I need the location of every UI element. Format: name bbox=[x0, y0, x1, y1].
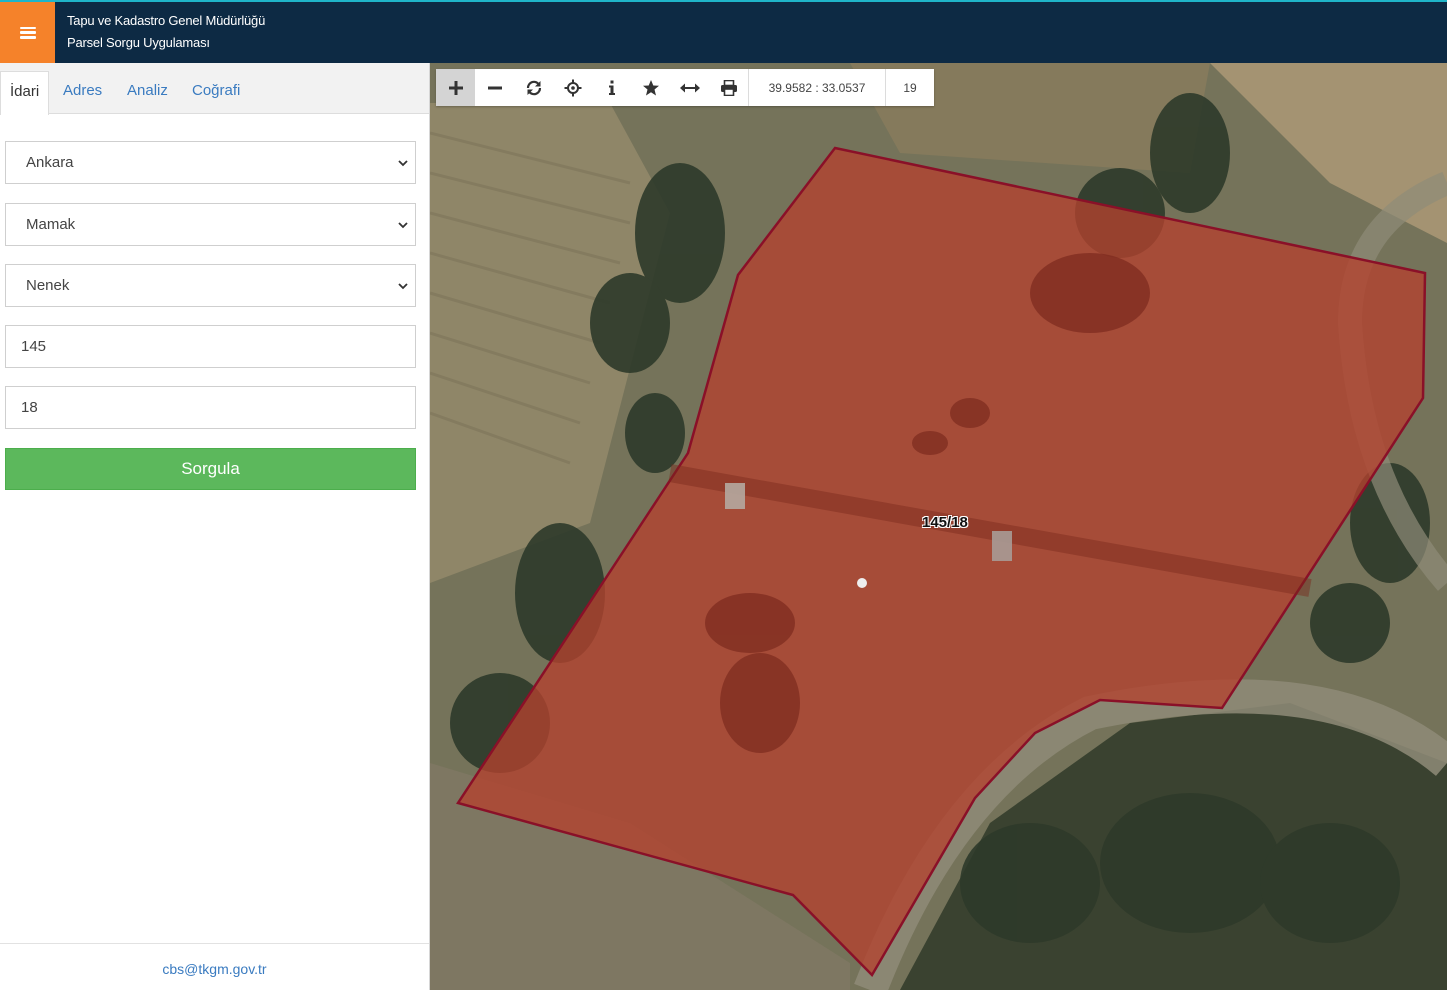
block-number-input[interactable]: 145 bbox=[5, 325, 416, 368]
zoom-in-icon[interactable] bbox=[436, 69, 475, 106]
app-title-line2: Parsel Sorgu Uygulaması bbox=[67, 35, 210, 50]
map-toolbar: 39.9582 : 33.0537 19 bbox=[436, 69, 934, 106]
map-view[interactable]: 39.9582 : 33.0537 19 145/18 bbox=[430, 63, 1447, 990]
tab-adres[interactable]: Adres bbox=[63, 71, 102, 114]
app-header: Tapu ve Kadastro Genel Müdürlüğü Parsel … bbox=[0, 0, 1447, 63]
chevron-down-icon bbox=[398, 222, 408, 229]
chevron-down-icon bbox=[398, 283, 408, 290]
parcel-label: 145/18 bbox=[922, 514, 968, 531]
neighborhood-select[interactable]: Nenek bbox=[5, 264, 416, 307]
sidebar-footer: cbs@tkgm.gov.tr bbox=[0, 943, 429, 990]
province-select[interactable]: Ankara bbox=[5, 141, 416, 184]
chevron-down-icon bbox=[398, 160, 408, 167]
province-select-value: Ankara bbox=[26, 154, 74, 171]
zoom-out-icon[interactable] bbox=[475, 69, 514, 106]
district-select-value: Mamak bbox=[26, 216, 76, 233]
query-sidebar: İdari Adres Analiz Coğrafi Ankara Mamak … bbox=[0, 63, 430, 990]
measure-distance-icon[interactable] bbox=[670, 69, 709, 106]
refresh-icon[interactable] bbox=[514, 69, 553, 106]
info-icon[interactable] bbox=[592, 69, 631, 106]
app-title-line1: Tapu ve Kadastro Genel Müdürlüğü bbox=[67, 13, 266, 28]
neighborhood-select-value: Nenek bbox=[26, 277, 70, 294]
locate-icon[interactable] bbox=[553, 69, 592, 106]
tab-idari[interactable]: İdari bbox=[0, 71, 50, 115]
favorite-star-icon[interactable] bbox=[631, 69, 670, 106]
coordinate-readout: 39.9582 : 33.0537 bbox=[748, 69, 885, 106]
print-icon[interactable] bbox=[709, 69, 748, 106]
app-title: Tapu ve Kadastro Genel Müdürlüğü Parsel … bbox=[67, 10, 265, 54]
zoom-level-readout: 19 bbox=[885, 69, 934, 106]
parcel-number-input[interactable]: 18 bbox=[5, 386, 416, 429]
query-button[interactable]: Sorgula bbox=[5, 448, 416, 490]
tab-cografi[interactable]: Coğrafi bbox=[192, 71, 240, 114]
tab-analiz[interactable]: Analiz bbox=[127, 71, 168, 114]
contact-email-link[interactable]: cbs@tkgm.gov.tr bbox=[162, 961, 266, 977]
district-select[interactable]: Mamak bbox=[5, 203, 416, 246]
hamburger-menu-icon[interactable] bbox=[0, 2, 55, 63]
query-tabs: İdari Adres Analiz Coğrafi bbox=[0, 63, 429, 115]
